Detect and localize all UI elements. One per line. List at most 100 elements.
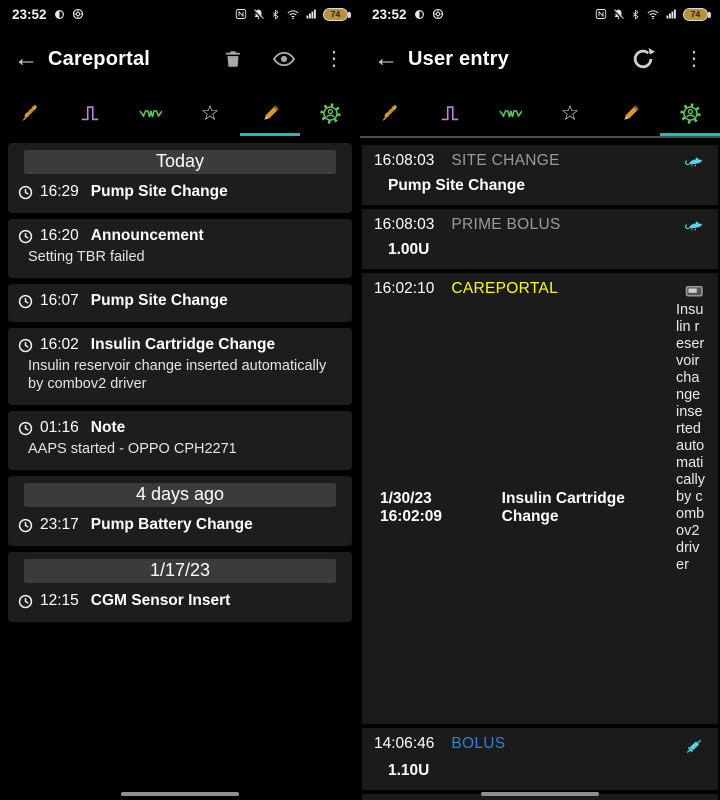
tab-bar-right: ☆ [360, 90, 720, 136]
pulse-icon [80, 106, 100, 121]
home-indicator[interactable] [481, 792, 599, 796]
pencil-icon [262, 105, 279, 121]
mute-vibrate-icon [252, 8, 265, 21]
entry-title: CGM Sensor Insert [90, 592, 231, 609]
star-icon: ☆ [200, 101, 220, 125]
page-title: Careportal [48, 47, 151, 70]
star-icon: ☆ [560, 101, 580, 125]
back-icon[interactable]: ← [14, 45, 48, 73]
tab-carbs[interactable] [360, 90, 420, 136]
pulse-icon [440, 106, 460, 121]
rat-icon [682, 216, 706, 236]
bluetooth-icon [630, 8, 641, 21]
careportal-card[interactable]: 4 days ago 23:17 Pump Battery Change [8, 476, 352, 546]
app-bar-left: ← Careportal ⋮ [0, 28, 360, 90]
battery-icon: 74 [683, 7, 711, 21]
tab-favorites[interactable]: ☆ [180, 90, 240, 136]
tab-basal-profile[interactable] [120, 90, 180, 136]
entry-type: SITE CHANGE [451, 152, 560, 169]
entry-title: Pump Battery Change [90, 516, 253, 533]
entry-title: Pump Site Change [90, 183, 228, 200]
wave-icon [499, 110, 522, 118]
tab-careportal[interactable] [240, 90, 300, 136]
settings-notification-icon [432, 8, 444, 20]
entry-time: 01:16 [40, 419, 79, 436]
entry-detail: 1/30/23 16:02:09 Insulin Cartridge Chang… [374, 302, 676, 714]
page-title: User entry [408, 47, 509, 70]
careportal-card[interactable]: 01:16 Note AAPS started - OPPO CPH2271 [8, 411, 352, 470]
entry-value: 1.10U [388, 762, 430, 779]
battery-percent: 74 [330, 9, 341, 19]
tab-temp-basal[interactable] [60, 90, 120, 136]
back-icon[interactable]: ← [374, 45, 408, 73]
nfc-icon [595, 8, 607, 20]
careportal-card[interactable]: 1/17/23 12:15 CGM Sensor Insert [8, 552, 352, 622]
tab-temp-basal[interactable] [420, 90, 480, 136]
date-section-header: 4 days ago [24, 483, 336, 507]
overflow-icon: ⋮ [324, 48, 344, 70]
entry-type: PRIME BOLUS [451, 216, 561, 233]
battery-icon: 74 [323, 7, 351, 21]
clock-icon [18, 185, 33, 199]
wheat-icon [382, 103, 399, 122]
user-entry-row-careportal[interactable]: 16:02:10 CAREPORTAL 1/30/23 16:02:09 Ins… [362, 273, 718, 724]
careportal-card[interactable]: 16:20 Announcement Setting TBR failed [8, 219, 352, 278]
trash-icon [226, 51, 240, 67]
user-entry-row[interactable]: 16:08:03 SITE CHANGE Pump Site Change [362, 145, 718, 205]
tab-user-entry[interactable] [660, 90, 720, 136]
split-screens: 23:52 74 ← Careportal ⋮ ☆ Today 16:29 Pu… [0, 0, 720, 800]
entry-time: 16:29 [40, 183, 79, 200]
tab-favorites[interactable]: ☆ [540, 90, 600, 136]
wifi-icon [286, 8, 300, 21]
careportal-card[interactable]: Today 16:29 Pump Site Change [8, 143, 352, 213]
syringe-icon [682, 735, 706, 757]
pump-icon [682, 280, 706, 302]
entry-time: 16:07 [40, 292, 79, 309]
user-settings-icon [679, 102, 701, 124]
bluetooth-icon [270, 8, 281, 21]
entry-title: Insulin Cartridge Change [90, 336, 276, 353]
detail-title: Insulin Cartridge Change [501, 490, 625, 525]
tab-carbs[interactable] [0, 90, 60, 136]
clock-icon [18, 421, 33, 435]
wheat-icon [22, 103, 39, 122]
show-hide-button[interactable] [270, 45, 298, 73]
data-saver-icon [54, 9, 65, 20]
tab-user-entry[interactable] [300, 90, 360, 136]
signal-icon [305, 8, 318, 20]
app-bar-right: ← User entry ⋮ [360, 28, 720, 90]
overflow-menu-button[interactable]: ⋮ [682, 47, 706, 71]
entry-title: Note [90, 419, 126, 436]
entry-value: Pump Site Change [388, 177, 525, 194]
careportal-list: Today 16:29 Pump Site Change 16:20 Annou… [0, 136, 360, 622]
entry-side-note: Insulin reservoir change inserted automa… [676, 302, 706, 573]
clock-icon [18, 338, 33, 352]
entry-time: 12:15 [40, 592, 79, 609]
careportal-card[interactable]: 16:02 Insulin Cartridge Change Insulin r… [8, 328, 352, 405]
clock-icon [18, 594, 33, 608]
entry-time: 16:20 [40, 227, 79, 244]
clock-icon [18, 294, 33, 308]
battery-percent: 74 [690, 9, 701, 19]
date-section-header: 1/17/23 [24, 559, 336, 583]
user-entry-row[interactable]: 16:08:03 PRIME BOLUS 1.00U [362, 209, 718, 269]
nfc-icon [235, 8, 247, 20]
tab-careportal[interactable] [600, 90, 660, 136]
careportal-card[interactable]: 16:07 Pump Site Change [8, 284, 352, 322]
entry-title: Pump Site Change [90, 292, 228, 309]
refresh-button[interactable] [628, 44, 658, 74]
tab-basal-profile[interactable] [480, 90, 540, 136]
user-entry-screen: 23:52 74 ← User entry ⋮ ☆ 16:08:03 SITE … [360, 0, 720, 800]
clock-time: 23:52 [12, 6, 47, 22]
entry-time: 16:08:03 [374, 216, 435, 233]
entry-title: Announcement [90, 227, 204, 244]
overflow-menu-button[interactable]: ⋮ [322, 47, 346, 71]
eye-icon [273, 51, 295, 67]
delete-button[interactable] [220, 46, 246, 72]
rat-icon [682, 152, 706, 172]
entry-type: BOLUS [451, 735, 506, 752]
clock-icon [18, 518, 33, 532]
entry-time: 16:02:10 [374, 280, 435, 297]
user-entry-row[interactable]: 14:06:46 BOLUS 1.10U [362, 728, 718, 790]
home-indicator[interactable] [121, 792, 239, 796]
